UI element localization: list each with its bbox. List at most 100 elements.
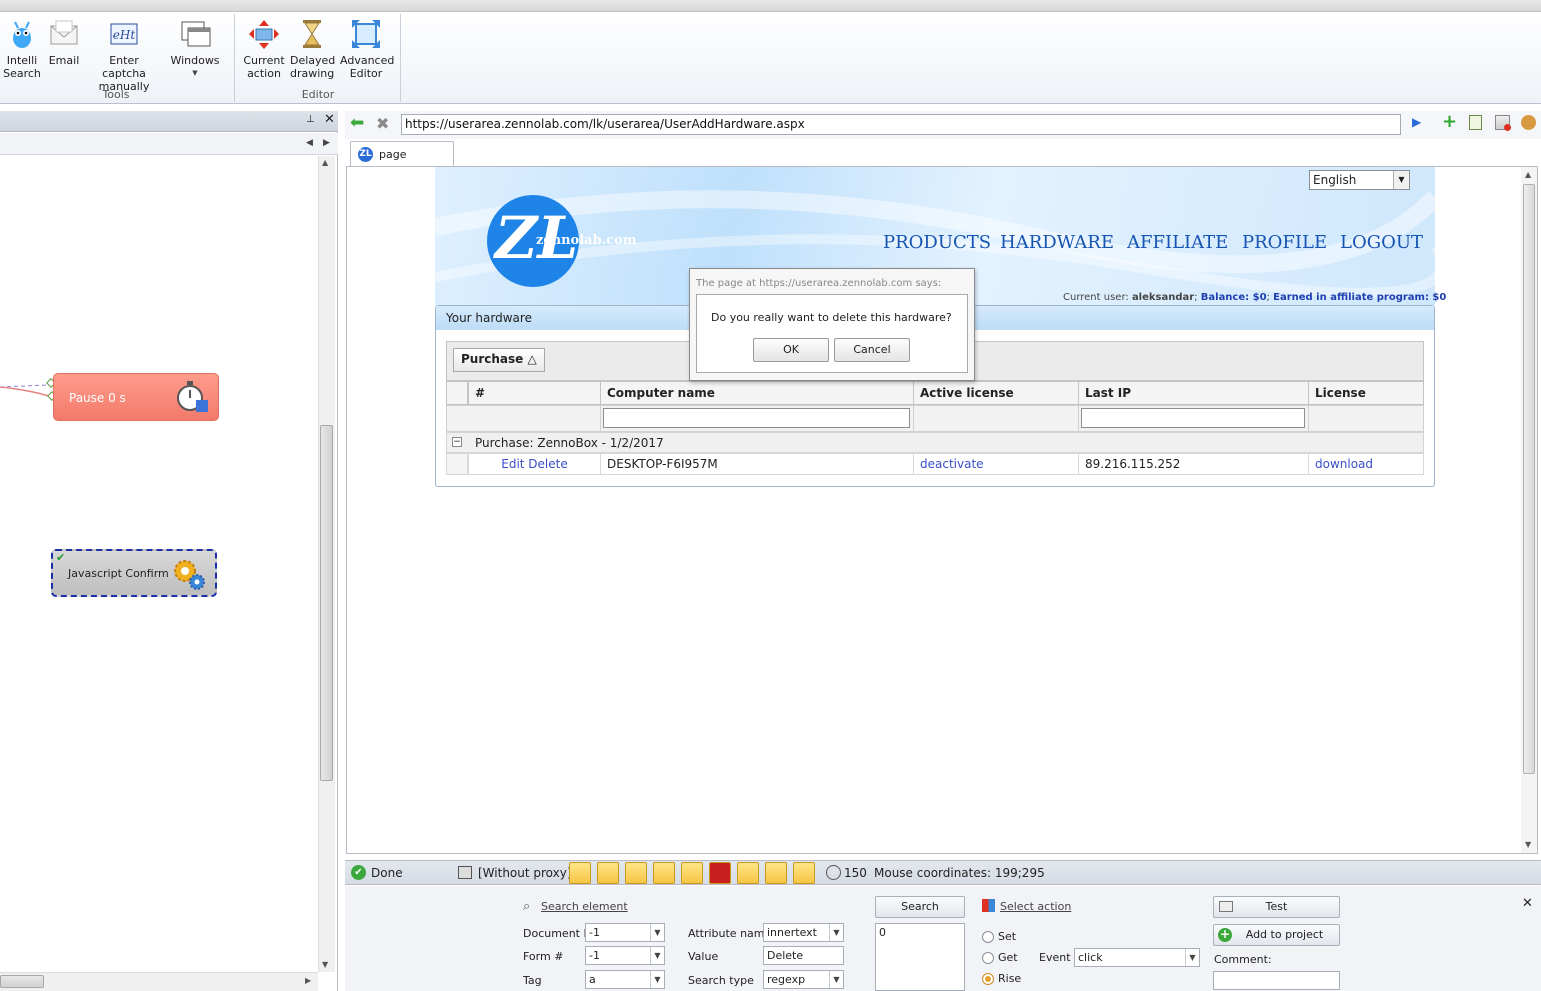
hourglass-icon: [296, 18, 328, 50]
nav-affiliate[interactable]: AFFILIATE: [1127, 232, 1228, 253]
value-input[interactable]: Delete: [763, 946, 844, 965]
ok-button[interactable]: OK: [753, 338, 829, 362]
get-radio[interactable]: [982, 952, 994, 964]
current-user-name: aleksandar: [1131, 292, 1195, 303]
intelli-search-icon: [6, 18, 38, 50]
frames-toggle-icon[interactable]: [597, 862, 619, 884]
email-icon: [48, 18, 80, 50]
javascript-toggle-icon[interactable]: [681, 862, 703, 884]
status-bar: ✔ Done [Without proxy] 150 Mouse coordin…: [345, 860, 1541, 885]
go-icon[interactable]: ▶: [1412, 115, 1421, 129]
page-icon[interactable]: [1469, 115, 1482, 130]
images-toggle-icon[interactable]: [569, 862, 591, 884]
tab-page[interactable]: ZL page: [350, 141, 454, 167]
last-ip-filter-input[interactable]: [1081, 408, 1305, 428]
scroll-right-icon[interactable]: ▶: [305, 976, 311, 985]
current-action-button[interactable]: Current action: [243, 18, 285, 80]
proxy-status[interactable]: [Without proxy]: [478, 866, 572, 880]
advanced-editor-button[interactable]: Advanced Editor: [340, 18, 394, 80]
close-icon[interactable]: ✕: [1522, 896, 1533, 911]
email-button[interactable]: Email: [46, 18, 82, 67]
nav-products[interactable]: PRODUCTS: [883, 232, 991, 253]
chevron-down-icon: ▼: [650, 947, 664, 964]
back-arrow-icon[interactable]: ⬅: [350, 113, 364, 133]
add-to-project-button[interactable]: + Add to project: [1213, 924, 1340, 946]
edit-delete-links[interactable]: Edit Delete: [501, 457, 567, 471]
add-icon[interactable]: +: [1442, 111, 1457, 132]
nav-logout[interactable]: LOGOUT: [1340, 232, 1423, 253]
gears-icon: [174, 560, 205, 590]
search-button[interactable]: Search: [875, 896, 965, 918]
chevron-down-icon: ▼: [192, 69, 198, 77]
intelli-search-button[interactable]: Intelli Search: [3, 18, 41, 80]
stop-icon[interactable]: ✖: [376, 114, 389, 133]
select-action-icon: [982, 899, 995, 912]
scroll-up-icon[interactable]: ▲: [1525, 170, 1531, 179]
canvas-vertical-scroll-thumb[interactable]: [320, 425, 333, 781]
download-link[interactable]: download: [1315, 457, 1373, 471]
ribbon-separator: [234, 14, 235, 102]
pause-node[interactable]: Pause 0 s: [53, 373, 219, 421]
sound-toggle-icon[interactable]: [793, 862, 815, 884]
collapse-icon[interactable]: −: [452, 437, 462, 447]
dialog-body: Do you really want to delete this hardwa…: [696, 294, 968, 373]
purchase-group-button[interactable]: Purchase △: [453, 348, 545, 372]
attribute-name-label: Attribute name: [688, 927, 772, 940]
scroll-up-icon[interactable]: ▲: [322, 158, 328, 167]
current-action-label: Current action: [243, 54, 285, 80]
test-button[interactable]: Test: [1213, 896, 1340, 918]
enter-captcha-button[interactable]: eHt Enter captcha manually: [88, 18, 160, 93]
document-select[interactable]: -1 ▼: [585, 923, 665, 942]
set-radio[interactable]: [982, 931, 994, 943]
table-row-last-ip: 89.216.115.252: [1078, 453, 1309, 475]
mouse-coordinates: Mouse coordinates: 199;295: [874, 866, 1045, 880]
search-results-list[interactable]: 0: [875, 923, 965, 991]
flash-toggle-icon[interactable]: [709, 862, 731, 884]
select-action-link[interactable]: Select action: [1000, 900, 1071, 913]
browser-scroll-thumb[interactable]: [1523, 184, 1535, 774]
nav-hardware[interactable]: HARDWARE: [1000, 232, 1114, 253]
connection-lines: [0, 378, 57, 401]
address-bar[interactable]: https://userarea.zennolab.com/lk/userare…: [401, 114, 1401, 135]
grid-header-active-license[interactable]: Active license: [913, 381, 1079, 405]
language-select[interactable]: English ▼: [1309, 170, 1410, 190]
scroll-down-icon[interactable]: ▼: [322, 960, 328, 969]
grid-header-license[interactable]: License: [1308, 381, 1424, 405]
chevron-down-icon: ▼: [829, 971, 843, 988]
nav-profile[interactable]: PROFILE: [1242, 232, 1327, 253]
comment-input[interactable]: [1213, 971, 1340, 990]
close-icon[interactable]: ✕: [324, 112, 335, 127]
chevron-left-icon[interactable]: ◀: [306, 138, 313, 148]
grid-header-computer-name[interactable]: Computer name: [600, 381, 914, 405]
plugins-toggle-icon[interactable]: [625, 862, 647, 884]
canvas-horizontal-scroll-thumb[interactable]: [0, 975, 44, 988]
rise-radio[interactable]: [982, 973, 994, 985]
attribute-name-select[interactable]: innertext ▼: [763, 923, 844, 942]
tag-select[interactable]: a ▼: [585, 970, 665, 989]
javascript-confirm-node[interactable]: ✔ Javascript Confirm: [51, 549, 217, 597]
grid-header-last-ip[interactable]: Last IP: [1078, 381, 1309, 405]
search-type-select[interactable]: regexp ▼: [763, 970, 844, 989]
event-select[interactable]: click ▼: [1074, 948, 1200, 967]
search-element-link[interactable]: Search element: [541, 900, 628, 913]
pin-icon[interactable]: ⊥: [306, 114, 315, 125]
cookies-icon[interactable]: [1521, 115, 1536, 130]
canvas-horizontal-scrollbar[interactable]: ▶: [0, 972, 318, 991]
popup-toggle-icon[interactable]: [737, 862, 759, 884]
clear-cache-icon[interactable]: [1495, 115, 1511, 131]
activex-toggle-icon[interactable]: [765, 862, 787, 884]
chevron-right-icon[interactable]: ▶: [323, 138, 330, 148]
timeout-value: 150: [844, 866, 867, 880]
windows-button[interactable]: Windows ▼: [168, 18, 222, 80]
delayed-drawing-button[interactable]: Delayed drawing: [290, 18, 335, 80]
computer-name-filter-input[interactable]: [603, 408, 910, 428]
cancel-button[interactable]: Cancel: [834, 338, 910, 362]
table-row-actions: Edit Delete: [468, 453, 601, 475]
deactivate-link[interactable]: deactivate: [920, 457, 984, 471]
proxy-icon: [458, 866, 472, 879]
css-toggle-icon[interactable]: [653, 862, 675, 884]
form-select[interactable]: -1 ▼: [585, 946, 665, 965]
chevron-down-icon[interactable]: ▼: [1393, 171, 1409, 189]
scroll-down-icon[interactable]: ▼: [1525, 840, 1531, 849]
grid-header-number[interactable]: #: [468, 381, 601, 405]
